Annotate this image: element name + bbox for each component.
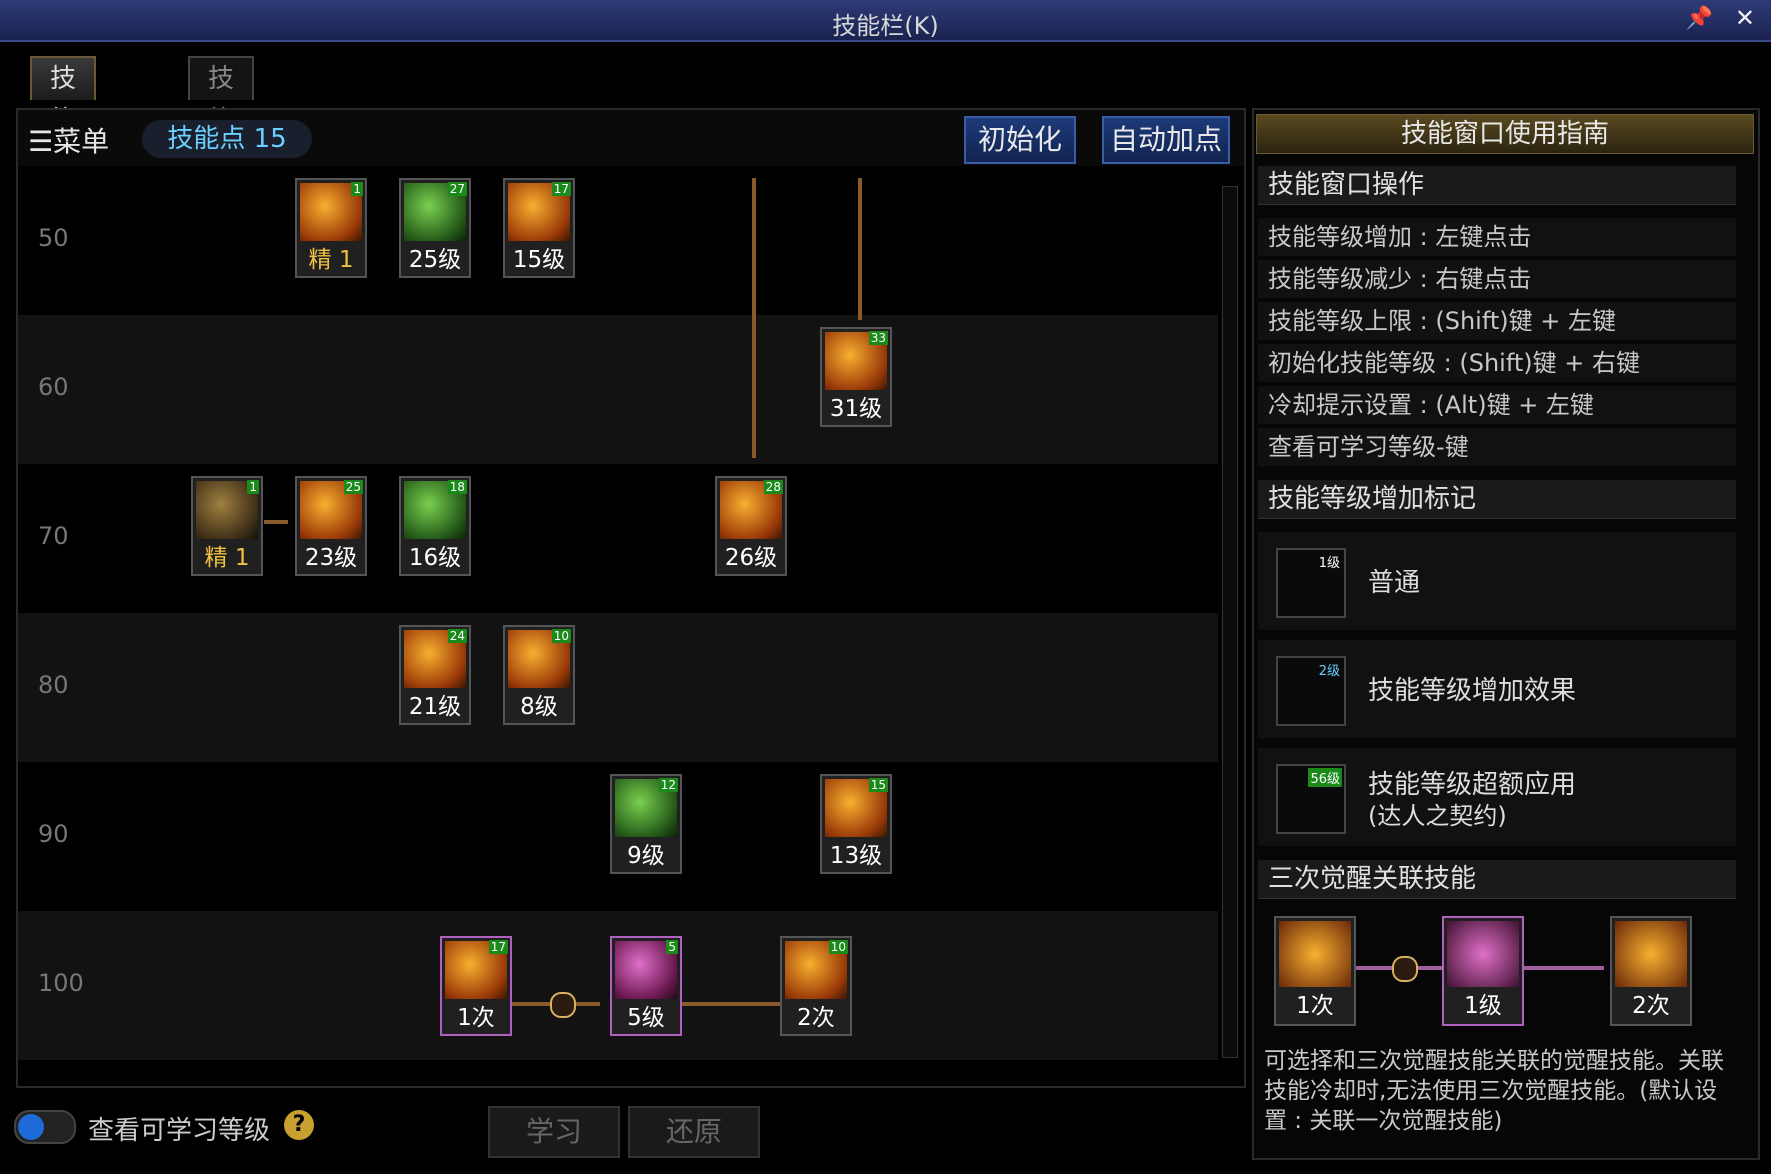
skill-icon[interactable]: 12 9级 [610,774,682,874]
level-mark-normal: 1级 普通 [1258,532,1736,630]
level-mark-bonus: 2级 技能等级增加效果 [1258,640,1736,738]
level-label: 100 [38,969,84,997]
skill-icon[interactable]: 27 25级 [399,178,471,278]
connector-line [682,1002,792,1006]
skill-icon[interactable]: 18 16级 [399,476,471,576]
close-icon[interactable]: ✕ [1735,4,1755,32]
guide-section-title: 三次觉醒关联技能 [1258,860,1736,899]
guide-item: 冷却提示设置 : (Alt)键 + 左键 [1258,386,1736,424]
pin-icon[interactable]: 📌 [1686,6,1713,31]
level-label: 70 [38,522,69,550]
skill-icon[interactable]: 24 21级 [399,625,471,725]
revert-button[interactable]: 还原 [628,1106,760,1158]
awakening-links: 1次 1级 2次 [1274,916,1744,1026]
level-label: 60 [38,373,69,401]
title-bar: 技能栏(K) 📌 ✕ [0,0,1771,42]
skill-icon[interactable]: 5 5级 [610,936,682,1036]
guide-section-title: 技能等级增加标记 [1258,480,1736,519]
skill-icon[interactable]: 1精 1 [295,178,367,278]
level-label: 50 [38,224,69,252]
skill-icon[interactable]: 10 2次 [780,936,852,1036]
skill-icon[interactable]: 15 13级 [820,774,892,874]
learn-button[interactable]: 学习 [488,1106,620,1158]
help-icon[interactable]: ? [284,1110,314,1140]
awakening-skill[interactable]: 1次 [1274,916,1356,1026]
skill-grid: 50 60 70 80 90 100 1精 1 27 25级 17 15级 33 31… [18,166,1218,1070]
skill-toolbar: ☰菜单 技能点 15 初始化 自动加点 [18,110,1244,166]
guide-section-title: 技能窗口操作 [1258,166,1736,205]
skill-tree-panel: ☰菜单 技能点 15 初始化 自动加点 50 60 70 80 90 100 1… [16,108,1246,1088]
connector-line [858,178,862,320]
menu-button[interactable]: ☰菜单 [28,120,109,160]
level-label: 90 [38,820,69,848]
level-mark-overflow: 56级 技能等级超额应用 (达人之契约) [1258,748,1736,846]
skill-points-display: 技能点 15 [142,120,312,158]
guide-item: 初始化技能等级 : (Shift)键 + 右键 [1258,344,1736,382]
awakening-skill[interactable]: 1级 [1442,916,1524,1026]
learnable-level-toggle[interactable] [14,1110,76,1144]
level-row-80: 80 [18,613,1218,762]
bottom-bar: 查看可学习等级 ? 学习 还原 [0,1088,1240,1174]
auto-assign-button[interactable]: 自动加点 [1102,116,1230,164]
skill-icon[interactable]: 17 1次 [440,936,512,1036]
reset-button[interactable]: 初始化 [964,116,1076,164]
skill-icon[interactable]: 25 23级 [295,476,367,576]
skill-points-value: 15 [253,124,287,154]
guide-description: 可选择和三次觉醒技能关联的觉醒技能。关联技能冷却时,无法使用三次觉醒技能。(默认… [1264,1048,1724,1134]
awakening-skill[interactable]: 2次 [1610,916,1692,1026]
guide-item: 查看可学习等级-键 [1258,428,1736,466]
skill-icon[interactable]: 1精 1 [191,476,263,576]
guide-item: 技能等级增加 : 左键点击 [1258,218,1736,256]
skill-icon[interactable]: 17 15级 [503,178,575,278]
scrollbar[interactable] [1222,186,1238,1058]
guide-item: 技能等级减少 : 右键点击 [1258,260,1736,298]
tab-skill-type-1[interactable]: 技能类型 I [30,56,97,262]
skill-icon[interactable]: 28 26级 [715,476,787,576]
window-title: 技能栏(K) [832,12,939,40]
skill-icon[interactable]: 10 8级 [503,625,575,725]
level-row-60: 60 [18,315,1218,464]
guide-panel: 技能窗口使用指南 技能窗口操作 技能等级增加 : 左键点击 技能等级减少 : 右… [1252,108,1760,1160]
tab-skill-type-2[interactable]: 技能类型 II [188,56,255,262]
guide-item: 技能等级上限 : (Shift)键 + 左键 [1258,302,1736,340]
level-row-50: 50 [18,166,1218,315]
skill-icon[interactable]: 33 31级 [820,327,892,427]
connector-line [752,178,756,458]
clock-icon [550,992,576,1018]
clock-icon [1392,956,1418,982]
level-label: 80 [38,671,69,699]
skill-points-label: 技能点 [167,124,246,154]
guide-title: 技能窗口使用指南 [1256,114,1754,154]
connector-line [264,520,288,524]
toggle-label: 查看可学习等级 [88,1116,271,1146]
